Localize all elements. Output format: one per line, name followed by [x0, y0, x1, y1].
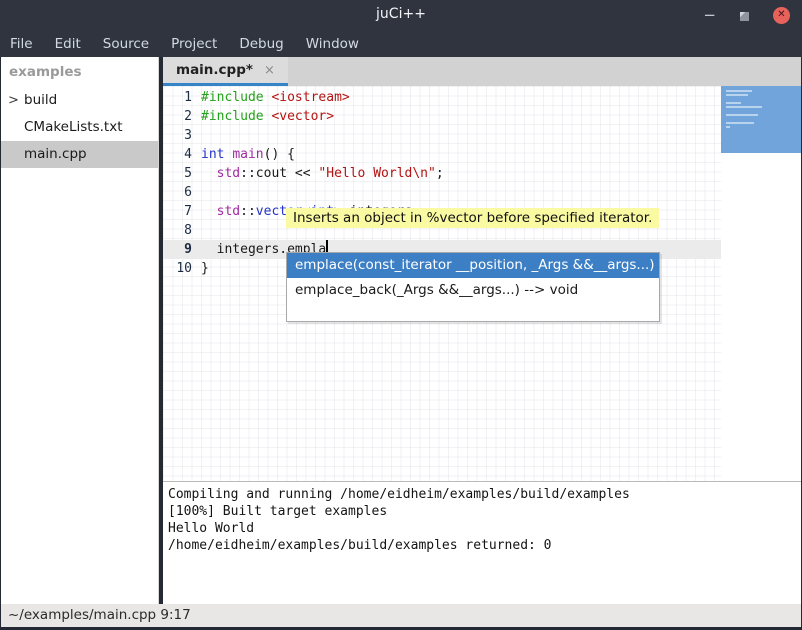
window-title: juCi++: [0, 6, 802, 22]
code-line-2[interactable]: 2#include <vector>: [163, 107, 721, 126]
menu-item-edit[interactable]: Edit: [55, 36, 81, 52]
code-line-1[interactable]: 1#include <iostream>: [163, 88, 721, 107]
code-line-5[interactable]: 5 std::cout << "Hello World\n";: [163, 164, 721, 183]
line-number: 3: [163, 126, 201, 145]
token-ns: std: [217, 166, 240, 181]
code-text: int main() {: [201, 145, 295, 164]
line-number: 8: [163, 221, 201, 240]
status-location: ~/examples/main.cpp 9:17: [8, 607, 191, 623]
code-line-6[interactable]: 6: [163, 183, 721, 202]
menu-item-project[interactable]: Project: [171, 36, 217, 52]
line-number: 5: [163, 164, 201, 183]
minimap-line-mark: [726, 94, 748, 96]
line-number: 4: [163, 145, 201, 164]
token-pl: ::cout <<: [240, 166, 318, 181]
terminal-line-3: /home/eidheim/examples/build/examples re…: [168, 537, 801, 554]
token-str: <vector>: [271, 109, 334, 124]
doc-tooltip: Inserts an object in %vector before spec…: [286, 208, 659, 228]
line-number: 9: [163, 240, 201, 259]
token-ns: std: [217, 204, 240, 219]
token-str: <iostream>: [271, 90, 349, 105]
editor-column: main.cpp* × 1#include <iostream>2#includ…: [163, 57, 801, 604]
sidebar-item-main-cpp[interactable]: main.cpp: [1, 141, 158, 168]
menu-item-source[interactable]: Source: [103, 36, 149, 52]
tab-main-cpp[interactable]: main.cpp* ×: [163, 57, 288, 86]
close-icon: ✕: [777, 10, 785, 20]
menu-item-debug[interactable]: Debug: [239, 36, 283, 52]
token-pl: [201, 204, 217, 219]
token-fn: main: [232, 147, 263, 162]
maximize-button[interactable]: [740, 6, 749, 25]
completion-item-1[interactable]: emplace_back(_Args &&__args...) --> void: [287, 278, 659, 303]
code-text: }: [201, 259, 209, 278]
token-pl: }: [201, 261, 209, 276]
sidebar-item-label: CMakeLists.txt: [24, 119, 123, 135]
tab-close-icon[interactable]: ×: [264, 63, 275, 78]
minimap-line-mark: [726, 122, 754, 124]
close-button[interactable]: ✕: [773, 7, 790, 24]
sidebar-item-build[interactable]: > build: [1, 87, 158, 114]
completion-popup[interactable]: emplace(const_iterator __position, _Args…: [286, 252, 660, 322]
minimap-code-marks: [726, 90, 801, 128]
code-editor[interactable]: 1#include <iostream>2#include <vector>34…: [163, 86, 801, 481]
terminal-line-0: Compiling and running /home/eidheim/exam…: [168, 486, 801, 503]
statusbar: ~/examples/main.cpp 9:17: [1, 604, 801, 627]
terminal-output[interactable]: Compiling and running /home/eidheim/exam…: [163, 481, 801, 604]
line-number: 7: [163, 202, 201, 221]
token-kw: int: [201, 147, 224, 162]
code-text: std::cout << "Hello World\n";: [201, 164, 444, 183]
terminal-line-2: Hello World: [168, 520, 801, 537]
minimap-line-mark: [726, 114, 758, 116]
minimap-line-mark: [726, 90, 752, 92]
code-line-3[interactable]: 3: [163, 126, 721, 145]
terminal-line-1: [100%] Built target examples: [168, 503, 801, 520]
minimap-line-mark: [726, 126, 730, 128]
token-pp: #include: [201, 90, 271, 105]
menu-item-window[interactable]: Window: [306, 36, 359, 52]
sidebar-item-cmakelists-txt[interactable]: CMakeLists.txt: [1, 114, 158, 141]
minimap-line-mark: [726, 102, 741, 104]
token-pl: ;: [436, 166, 444, 181]
chevron-right-icon[interactable]: >: [8, 87, 19, 114]
minimap-line-mark: [726, 106, 762, 108]
app-window: juCi++ − ✕ File Edit Source Project Debug Win…: [0, 0, 802, 630]
sidebar-item-label: build: [24, 92, 57, 108]
code-line-4[interactable]: 4int main() {: [163, 145, 721, 164]
token-pp: #include: [201, 109, 271, 124]
line-number: 6: [163, 183, 201, 202]
completion-item-0[interactable]: emplace(const_iterator __position, _Args…: [287, 253, 659, 278]
token-str: "Hello World\n": [318, 166, 435, 181]
minimap-viewport[interactable]: [721, 86, 801, 153]
code-text: #include <vector>: [201, 107, 334, 126]
token-pl: ::: [240, 204, 256, 219]
minimize-button[interactable]: −: [703, 8, 716, 23]
titlebar[interactable]: juCi++ − ✕: [0, 0, 802, 30]
file-tree: > build CMakeLists.txt main.cpp: [1, 87, 158, 168]
project-name: examples: [1, 57, 158, 87]
menu-item-file[interactable]: File: [10, 36, 33, 52]
token-pl: [201, 166, 217, 181]
tabbar: main.cpp* ×: [163, 57, 801, 86]
window-controls: − ✕: [703, 0, 790, 30]
file-browser: examples > build CMakeLists.txt main.cpp: [1, 57, 159, 604]
menubar: File Edit Source Project Debug Window: [0, 30, 802, 57]
token-pl: () {: [264, 147, 295, 162]
sidebar-item-label: main.cpp: [24, 146, 87, 162]
code-text: #include <iostream>: [201, 88, 350, 107]
line-number: 2: [163, 107, 201, 126]
line-number: 10: [163, 259, 201, 278]
minimap[interactable]: [721, 86, 801, 481]
tab-label: main.cpp*: [176, 62, 253, 78]
line-number: 1: [163, 88, 201, 107]
restore-icon: [740, 12, 749, 21]
